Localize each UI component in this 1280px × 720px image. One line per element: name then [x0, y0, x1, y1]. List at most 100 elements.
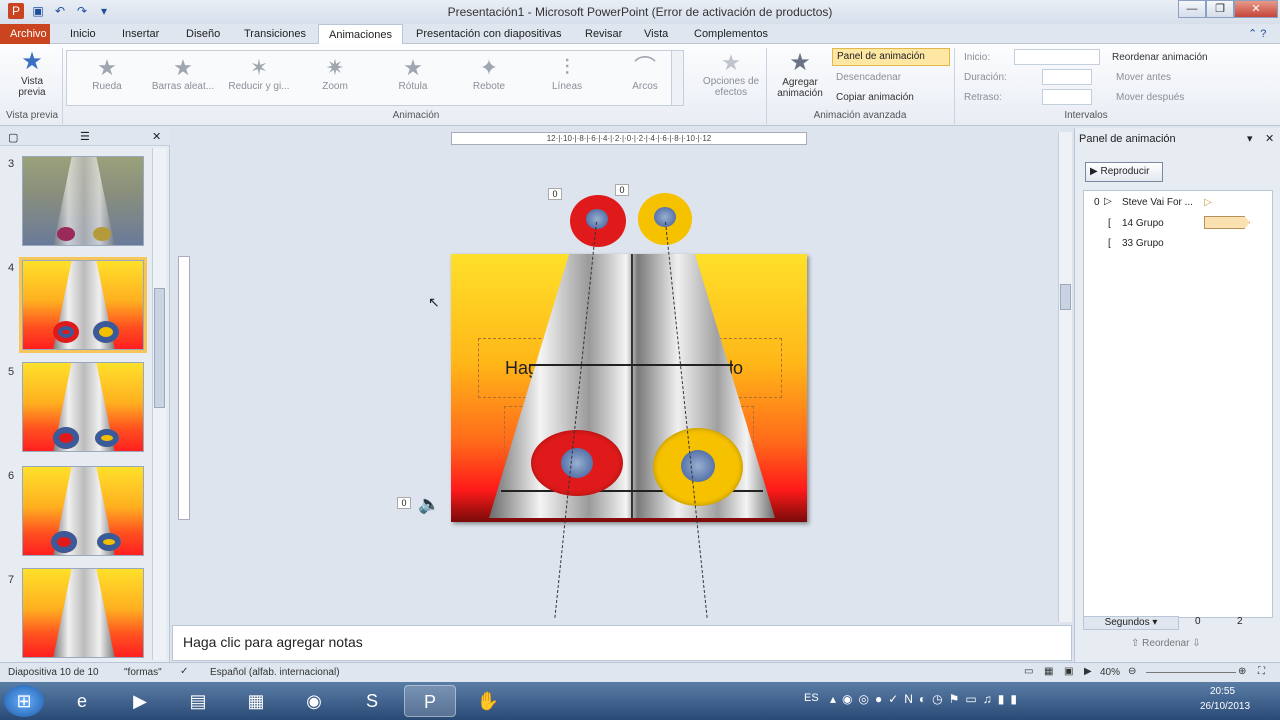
language[interactable]: Español (alfab. internacional)	[210, 667, 340, 678]
restore-button[interactable]: ❐	[1206, 0, 1234, 18]
media-player-icon[interactable]: ▶	[114, 685, 166, 717]
tab-revisar[interactable]: Revisar	[575, 24, 632, 44]
effect-reducir[interactable]: ✶ Reducir y gi...	[221, 55, 297, 92]
game-icon[interactable]: ✋	[462, 685, 514, 717]
preview-button[interactable]: ★ Vista previa	[12, 48, 52, 98]
input-language[interactable]: ES	[804, 692, 819, 704]
normal-view-icon[interactable]: ▭	[1024, 666, 1033, 677]
effect-zoom[interactable]: ✷ Zoom	[297, 55, 373, 92]
tab-presentacion[interactable]: Presentación con diapositivas	[406, 24, 572, 44]
slides-scrollbar[interactable]	[152, 148, 166, 660]
slide-thumbnail-selected[interactable]	[19, 257, 147, 353]
slideshow-view-icon[interactable]: ▶	[1084, 666, 1092, 677]
anim-item-number: 0	[1094, 197, 1100, 208]
move-later-button[interactable]: Mover después	[1116, 92, 1184, 103]
slides-pane: ▢ ☰ ✕ 3 4 5 6 7	[0, 128, 170, 662]
outline-tab-icon[interactable]: ☰	[80, 130, 90, 143]
folder-icon[interactable]: ▤	[172, 685, 224, 717]
move-up-icon[interactable]: ⇧	[1131, 638, 1139, 649]
anim-item-label[interactable]: Steve Vai For ...	[1122, 197, 1193, 208]
animation-tag[interactable]: 0	[548, 188, 562, 200]
chrome-icon[interactable]: ◉	[288, 685, 340, 717]
gallery-scroll[interactable]	[671, 51, 683, 105]
tab-insertar[interactable]: Insertar	[112, 24, 169, 44]
tab-complementos[interactable]: Complementos	[684, 24, 778, 44]
reading-view-icon[interactable]: ▣	[1064, 666, 1073, 677]
tab-diseno[interactable]: Diseño	[176, 24, 230, 44]
red-disc-offslide[interactable]	[570, 195, 626, 247]
scroll-thumb[interactable]	[154, 288, 165, 408]
effect-rotula[interactable]: ★ Rótula	[375, 55, 451, 92]
tab-archivo[interactable]: Archivo	[0, 24, 50, 44]
zoom-in-icon[interactable]: ⊕	[1238, 666, 1246, 677]
red-note-disc[interactable]	[531, 430, 623, 496]
move-down-icon[interactable]: ⇩	[1192, 638, 1200, 649]
thumb-number: 3	[8, 158, 15, 170]
yellow-disc-offslide[interactable]	[638, 193, 692, 245]
horizontal-ruler: 12·|·10·|·8·|·6·|·4·|·2·|·0·|·2·|·4·|·6·…	[451, 132, 807, 145]
powerpoint-taskbar-icon[interactable]: P	[404, 685, 456, 717]
close-pane-icon[interactable]: ✕	[1265, 132, 1274, 145]
fit-window-icon[interactable]: ⛶	[1258, 666, 1265, 677]
anim-item-label[interactable]: 33 Grupo	[1122, 238, 1164, 249]
internet-explorer-icon[interactable]: e	[56, 685, 108, 717]
animation-pane-title: Panel de animación	[1079, 133, 1176, 145]
sorter-view-icon[interactable]: ▦	[1044, 666, 1053, 677]
tab-inicio[interactable]: Inicio	[60, 24, 106, 44]
apps-icon[interactable]: ▦	[230, 685, 282, 717]
start-button-icon[interactable]: ⊞	[4, 685, 44, 717]
pane-dropdown-icon[interactable]: ▾	[1247, 132, 1253, 145]
scroll-thumb[interactable]	[1060, 284, 1071, 310]
add-animation-button[interactable]: ★ Agregar animación	[770, 48, 830, 99]
minimize-ribbon-icon[interactable]: ⌃ ?	[1238, 24, 1276, 44]
current-slide[interactable]: Hag ulo	[451, 254, 807, 522]
timeline-scale-end: 2	[1237, 616, 1243, 627]
zoom-level[interactable]: 40%	[1100, 667, 1120, 678]
start-select[interactable]	[1014, 49, 1100, 65]
close-pane-icon[interactable]: ✕	[152, 130, 161, 143]
advanced-group-label: Animación avanzada	[813, 110, 907, 121]
tray-icons[interactable]: ▴◉◎●✓N◐◷⚑▭♫▮▮	[830, 692, 1023, 706]
clock-date[interactable]: 26/10/2013	[1200, 701, 1250, 712]
clock-time[interactable]: 20:55	[1210, 686, 1235, 697]
effect-options-button[interactable]: ★ Opciones de efectos	[700, 50, 762, 98]
notes-pane[interactable]: Haga clic para agregar notas	[172, 625, 1072, 661]
effect-lineas[interactable]: ⫶ Líneas	[529, 55, 605, 92]
delay-input[interactable]	[1042, 89, 1092, 105]
yellow-note-disc[interactable]	[653, 428, 743, 506]
zoom-slider[interactable]	[1146, 672, 1236, 673]
seconds-dropdown[interactable]: Segundos ▾	[1083, 616, 1179, 630]
animation-tag[interactable]: 0	[397, 497, 411, 509]
slide-thumbnail[interactable]	[22, 466, 144, 556]
trigger-button[interactable]: Desencadenar	[836, 72, 901, 83]
slides-tab-icon[interactable]: ▢	[8, 131, 18, 144]
divider	[62, 48, 63, 124]
effect-barras[interactable]: ★ Barras aleat...	[145, 55, 221, 92]
minimize-button[interactable]: —	[1178, 0, 1206, 18]
zoom-out-icon[interactable]: ⊖	[1128, 666, 1136, 677]
tab-vista[interactable]: Vista	[634, 24, 678, 44]
skype-icon[interactable]: S	[346, 685, 398, 717]
play-button[interactable]: ▶ Reproducir	[1085, 162, 1163, 182]
tab-animaciones[interactable]: Animaciones	[318, 24, 403, 45]
effect-rueda[interactable]: ★ Rueda	[69, 55, 145, 92]
timeline-bar[interactable]	[1204, 216, 1250, 229]
animation-tag[interactable]: 0	[615, 184, 629, 196]
animation-panel-button[interactable]: Panel de animación	[832, 48, 950, 66]
duration-input[interactable]	[1042, 69, 1092, 85]
anim-item-label[interactable]: 14 Grupo	[1122, 218, 1164, 229]
slide-thumbnail[interactable]	[22, 568, 144, 658]
spellcheck-icon[interactable]: ✓	[180, 666, 188, 677]
delay-label: Retraso:	[964, 92, 1002, 103]
effect-rebote[interactable]: ✦ Rebote	[451, 55, 527, 92]
disc-center	[586, 209, 608, 229]
canvas-scrollbar[interactable]	[1058, 132, 1072, 622]
grid-line	[529, 364, 733, 366]
copy-animation-button[interactable]: Copiar animación	[836, 92, 914, 103]
move-earlier-button[interactable]: Mover antes	[1116, 72, 1171, 83]
tab-transiciones[interactable]: Transiciones	[234, 24, 316, 44]
slide-thumbnail[interactable]	[22, 362, 144, 452]
close-button[interactable]: ✕	[1234, 0, 1278, 18]
speaker-icon[interactable]: 🔈	[418, 494, 440, 515]
slide-thumbnail[interactable]	[22, 156, 144, 246]
